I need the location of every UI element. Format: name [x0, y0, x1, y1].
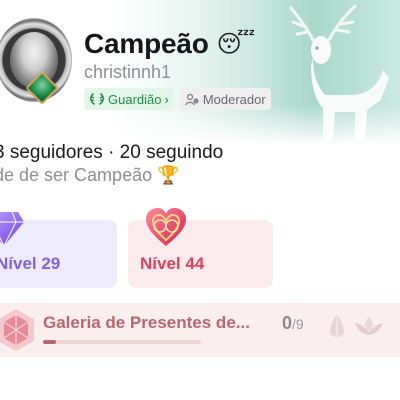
- profile-name: Campeão: [84, 28, 209, 59]
- gift-gallery-row[interactable]: Galeria de Presentes de... 0/9: [0, 303, 400, 357]
- level-label-pink: Nível 44: [140, 254, 205, 273]
- gift-gallery-progress-fill: [43, 340, 56, 344]
- trophy-icon: 🏆: [157, 165, 180, 185]
- role-badges: Guardião › Moderador: [84, 88, 271, 110]
- level-card-pink[interactable]: Nível 44: [128, 208, 273, 288]
- profile-username: christinnh1: [84, 62, 172, 82]
- gift-gallery-previews: [326, 313, 386, 339]
- diamond-icon: [0, 211, 24, 248]
- badge-guardiao-label: Guardião: [108, 91, 162, 107]
- laurel-icon: [90, 93, 104, 105]
- chevron-right-icon: ›: [164, 91, 169, 107]
- profile-title-row: Campeão 😴: [84, 28, 255, 60]
- badge-moderador-label: Moderador: [202, 91, 266, 107]
- heart-badge-icon: [146, 208, 186, 246]
- gift-gallery-count: 0/9: [282, 313, 304, 334]
- gift-gallery-progress: [43, 340, 201, 344]
- gift-gallery-count-current: 0: [282, 313, 293, 333]
- level-card-purple[interactable]: Nível 29: [0, 211, 117, 288]
- praying-hands-icon: [330, 315, 344, 337]
- badge-moderador[interactable]: Moderador: [179, 88, 271, 110]
- badge-guardiao[interactable]: Guardião ›: [84, 88, 174, 110]
- gift-gallery-count-total: /9: [292, 316, 304, 332]
- sleeping-emoji-icon: 😴: [216, 30, 256, 58]
- avatar[interactable]: [0, 18, 80, 110]
- profile-subtitle: de de ser Campeão 🏆: [0, 165, 180, 186]
- people-icon: [185, 93, 199, 105]
- lotus-icon: [355, 317, 383, 335]
- level-label-purple: Nível 29: [0, 254, 61, 273]
- gift-gallery-icon: [0, 309, 34, 351]
- stag-illustration: [289, 4, 389, 140]
- profile-subtitle-text: de de ser Campeão: [0, 165, 153, 185]
- gift-gallery-title: Galeria de Presentes de...: [43, 313, 250, 332]
- followers-count[interactable]: 3 seguidores · 20 seguindo: [0, 142, 223, 164]
